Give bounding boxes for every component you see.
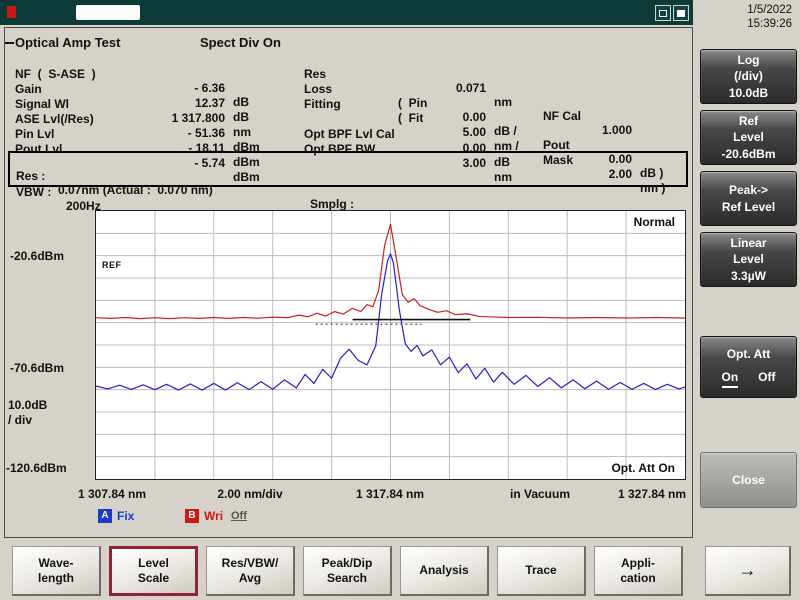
fkey-label: Analysis — [419, 563, 468, 578]
param-row-loss: Loss ( Pin 0.00 dB / Pout 0.00 dB ) — [304, 68, 686, 83]
trace-b-mode: Wri — [204, 509, 223, 523]
datetime-display: 1/5/2022 15:39:26 — [698, 4, 792, 32]
fkey-label: Scale — [138, 571, 169, 586]
fkey-label: Level — [138, 556, 169, 571]
x-axis-label-start: 1 307.84 nm — [78, 487, 146, 501]
log-div-line2: (/div) — [701, 68, 796, 84]
param-label: Fitting — [304, 97, 341, 111]
x-axis-label-end: 1 327.84 nm — [618, 487, 686, 501]
spect-div-status: Spect Div On — [200, 35, 281, 50]
param-row-bpf-lvl-cal: Opt BPF Lvl Cal 0.00 dB — [304, 113, 686, 128]
measurement-settings-right: Res 0.071 nm NF Cal 1.000 Loss ( Pin 0.0… — [304, 53, 686, 145]
close-button[interactable]: Close — [700, 452, 797, 508]
x-axis-label-center: 1 317.84 nm — [356, 487, 424, 501]
fkey-res-vbw-avg[interactable]: Res/VBW/ Avg — [206, 546, 295, 596]
trace-b-state: Off — [231, 510, 247, 522]
fkey-label: Peak/Dip — [322, 556, 373, 571]
record-indicator — [7, 6, 16, 18]
x-axis-vacuum-label: in Vacuum — [510, 487, 570, 501]
maximize-icon — [677, 10, 685, 17]
peak-ref-line1: Peak-> — [701, 182, 796, 198]
trace-a-mode: Fix — [117, 509, 134, 523]
spectrum-chart: Normal REF Opt. Att On — [95, 210, 686, 480]
log-div-line3: 10.0dB — [701, 85, 796, 101]
linear-level-line1: Linear — [701, 235, 796, 251]
opt-att-on-option[interactable]: On — [722, 369, 739, 388]
vbw-label: VBW : — [16, 185, 51, 199]
fkey-peak-dip-search[interactable]: Peak/Dip Search — [303, 546, 392, 596]
sweep-settings-line2: VBW : 200Hz Sm : Off Intvl : Off — [10, 171, 686, 186]
restore-icon — [659, 10, 667, 17]
param-pre: ( Pin — [398, 96, 427, 110]
time-label: 15:39:26 — [698, 18, 792, 32]
fkey-label: Search — [327, 571, 367, 586]
trace-b-badge: B — [185, 509, 199, 523]
linear-level-line2: Level — [701, 251, 796, 267]
close-button-label: Close — [701, 472, 796, 488]
app-mode-title: Optical Amp Test — [15, 35, 120, 50]
log-div-button[interactable]: Log (/div) 10.0dB — [700, 49, 797, 104]
y-div-label-line2: / div — [8, 413, 32, 427]
peak-to-ref-level-button[interactable]: Peak-> Ref Level — [700, 171, 797, 226]
title-dash — [5, 42, 14, 44]
opt-att-off-option[interactable]: Off — [758, 369, 775, 388]
opt-att-options: On Off — [701, 369, 796, 388]
opt-att-title: Opt. Att — [701, 346, 796, 362]
sweep-mode-label: Normal — [634, 215, 675, 229]
highlight-label — [76, 5, 140, 20]
right-arrow-icon: → — [739, 559, 757, 582]
fkey-label: cation — [620, 571, 655, 586]
opt-att-status-label: Opt. Att On — [611, 461, 675, 475]
y-div-label-line1: 10.0dB — [8, 398, 47, 412]
param-row-res: Res 0.071 nm NF Cal 1.000 — [304, 53, 686, 68]
ref-level-button[interactable]: Ref Level -20.6dBm — [700, 110, 797, 165]
log-div-line1: Log — [701, 52, 796, 68]
param-row-gain: Gain 12.37 dB — [15, 68, 300, 83]
fkey-label: Wave- — [39, 556, 74, 571]
y-axis-label-mid: -70.6dBm — [10, 361, 64, 375]
smplg-label: Smplg : — [310, 197, 354, 211]
fkey-more-arrow[interactable]: → — [705, 546, 791, 596]
param-row-pin-lvl: Pin Lvl - 18.11 dBm — [15, 113, 300, 128]
param-row-bpf-bw: Opt BPF BW 3.00 nm — [304, 128, 686, 143]
sweep-settings-line1: Res : 0.07nm (Actual : 0.070 nm) Smplg :… — [10, 155, 686, 170]
maximize-window-button[interactable] — [673, 5, 689, 21]
ref-level-line1: Ref — [701, 113, 796, 129]
fkey-label: Res/VBW/ — [222, 556, 279, 571]
fkey-level-scale[interactable]: Level Scale — [109, 546, 198, 596]
ref-level-line3: -20.6dBm — [701, 146, 796, 162]
fkey-analysis[interactable]: Analysis — [400, 546, 489, 596]
fkey-label: Appli- — [621, 556, 655, 571]
param-row-pout-lvl: Pout Lvl - 5.74 dBm — [15, 128, 300, 143]
sweep-settings-box: Res : 0.07nm (Actual : 0.070 nm) Smplg :… — [8, 151, 688, 187]
peak-ref-line2: Ref Level — [701, 199, 796, 215]
x-axis-div-label: 2.00 nm/div — [217, 487, 282, 501]
trace-a-badge: A — [98, 509, 112, 523]
fkey-trace[interactable]: Trace — [497, 546, 586, 596]
fkey-label: Avg — [239, 571, 261, 586]
date-label: 1/5/2022 — [698, 4, 792, 18]
param-row-nf: NF ( S-ASE ) - 6.36 dB — [15, 53, 300, 68]
fkey-label: length — [38, 571, 74, 586]
title-bar — [0, 0, 693, 25]
y-axis-label-bottom: -120.6dBm — [6, 461, 67, 475]
fkey-wavelength[interactable]: Wave- length — [12, 546, 101, 596]
ref-level-line2: Level — [701, 129, 796, 145]
fkey-application[interactable]: Appli- cation — [594, 546, 683, 596]
opt-att-toggle-button[interactable]: Opt. Att On Off — [700, 336, 797, 398]
y-axis-label-ref: -20.6dBm — [10, 249, 64, 263]
measurement-results-left: NF ( S-ASE ) - 6.36 dB Gain 12.37 dB Sig… — [15, 53, 300, 145]
param-row-fitting: Fitting ( Fit 5.00 nm / Mask 2.00 nm ) — [304, 83, 686, 98]
linear-level-button[interactable]: Linear Level 3.3µW — [700, 232, 797, 287]
param-row-signal-wl: Signal Wl 1 317.800 nm — [15, 83, 300, 98]
restore-window-button[interactable] — [655, 5, 671, 21]
linear-level-line3: 3.3µW — [701, 268, 796, 284]
spectrum-svg — [96, 211, 685, 479]
param-row-ase-lvl: ASE Lvl(/Res) - 51.36 dBm — [15, 98, 300, 113]
ref-marker-label: REF — [102, 260, 122, 270]
fkey-label: Trace — [525, 563, 556, 578]
